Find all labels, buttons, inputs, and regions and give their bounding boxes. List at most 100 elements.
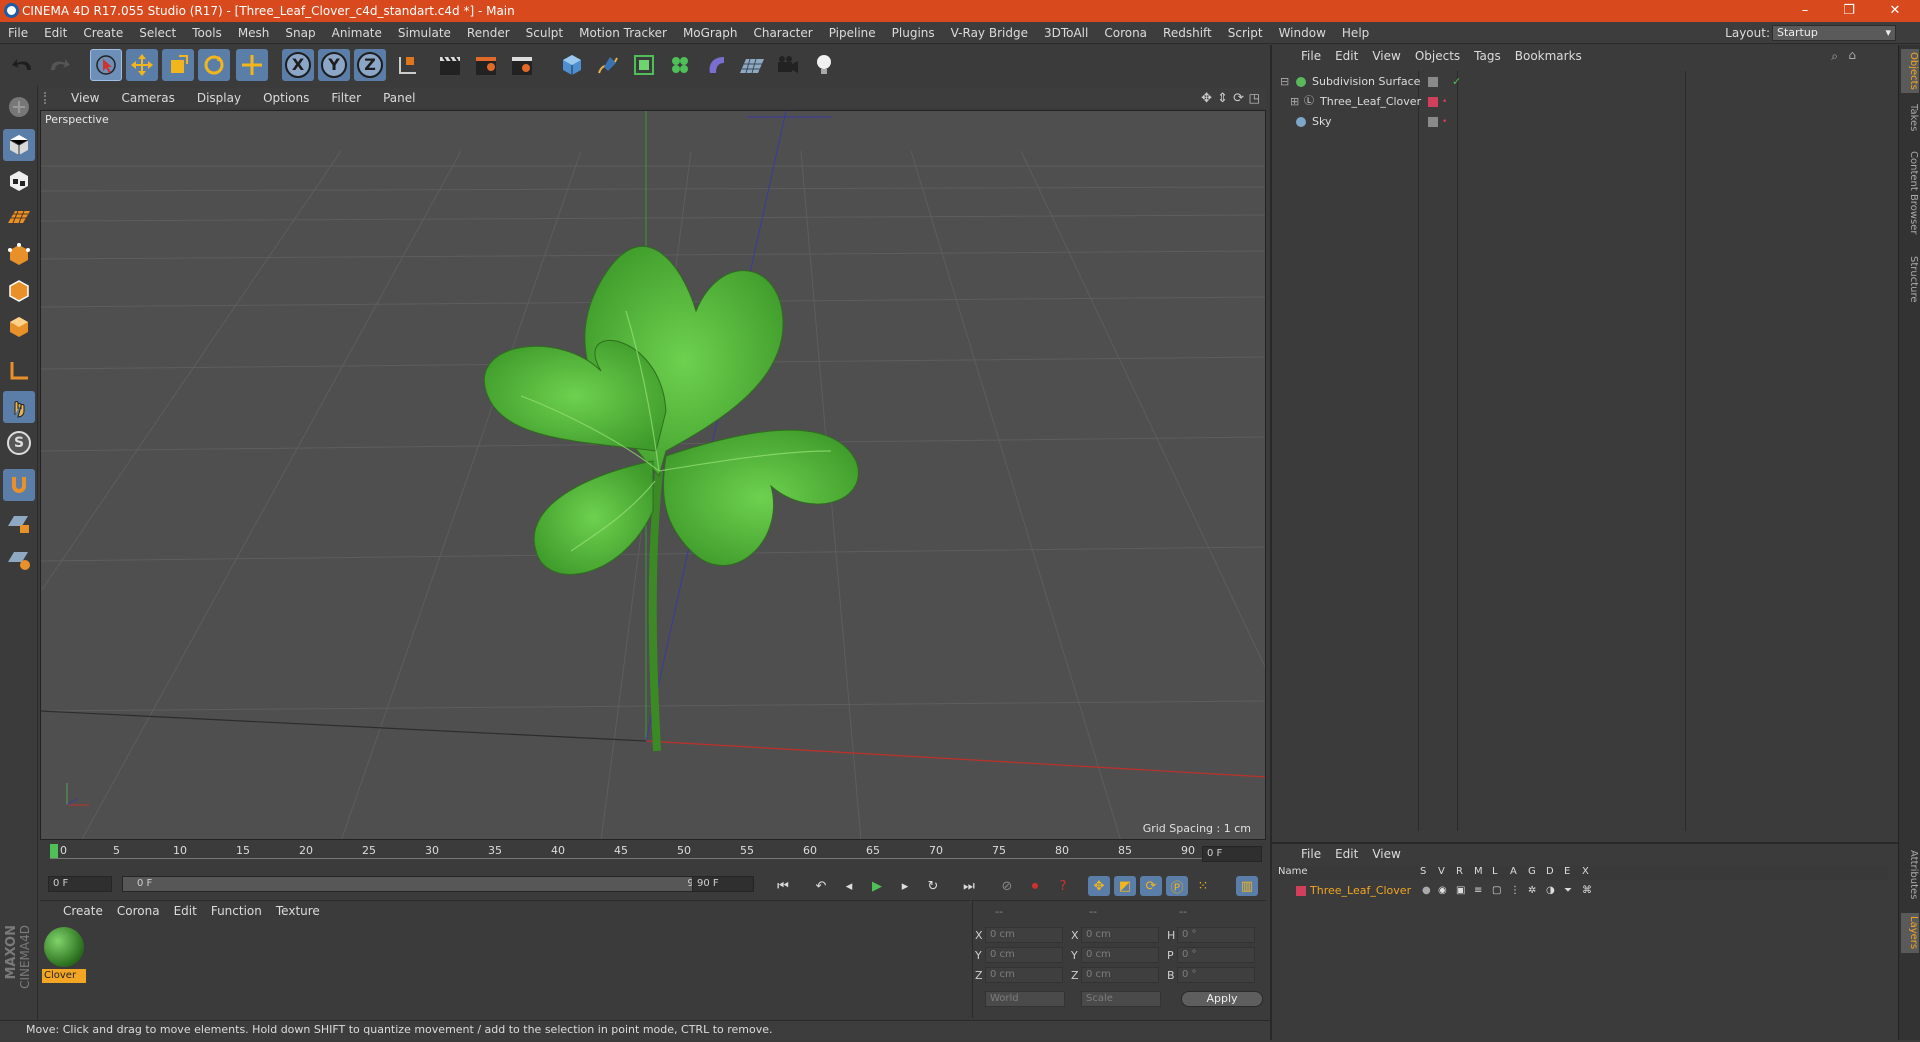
- menu-corona[interactable]: Corona: [1096, 26, 1155, 40]
- menu-animate[interactable]: Animate: [324, 26, 390, 40]
- material-swatch[interactable]: Clover: [42, 925, 86, 983]
- material-menu-function[interactable]: Function: [204, 904, 269, 918]
- edges-mode-button[interactable]: [3, 275, 35, 307]
- last-tool-button[interactable]: [236, 49, 268, 81]
- menu-motion-tracker[interactable]: Motion Tracker: [571, 26, 675, 40]
- add-generator-button[interactable]: [628, 49, 660, 81]
- tab-takes[interactable]: Takes: [1901, 101, 1919, 135]
- visibility-toggle-icon[interactable]: [1428, 117, 1438, 127]
- points-mode-button[interactable]: [3, 239, 35, 271]
- object-menu-view[interactable]: View: [1365, 49, 1407, 63]
- search-icon[interactable]: ⌕: [1831, 49, 1838, 64]
- material-menu-create[interactable]: Create: [56, 904, 110, 918]
- solo-toggle-icon[interactable]: ●: [1422, 882, 1431, 900]
- go-to-start-button[interactable]: ⏮: [772, 876, 794, 896]
- menu-3dtoall[interactable]: 3DToAll: [1036, 26, 1096, 40]
- preview-range-slider[interactable]: 0 F 90 F: [122, 876, 724, 892]
- menu-redshift[interactable]: Redshift: [1155, 26, 1220, 40]
- viewport-menu-cameras[interactable]: Cameras: [110, 91, 185, 105]
- layer-color-swatch[interactable]: [1428, 97, 1438, 107]
- material-menu-texture[interactable]: Texture: [269, 904, 327, 918]
- object-row-three-leaf-clover[interactable]: ⊞ Ⓛ Three_Leaf_Clover •: [1276, 93, 1688, 111]
- lock-icon[interactable]: ▢: [1492, 882, 1501, 900]
- animation-icon[interactable]: ⋮: [1510, 882, 1520, 900]
- menu-tools[interactable]: Tools: [184, 26, 230, 40]
- object-menu-bookmarks[interactable]: Bookmarks: [1508, 49, 1589, 63]
- viewport-pan-icon[interactable]: ✥: [1201, 91, 1212, 106]
- playhead-marker[interactable]: [50, 844, 58, 858]
- add-deformer-button[interactable]: [700, 49, 732, 81]
- home-icon[interactable]: ⌂: [1848, 48, 1856, 62]
- redo-button[interactable]: [42, 49, 74, 81]
- menu-window[interactable]: Window: [1271, 26, 1334, 40]
- viewport-menu-options[interactable]: Options: [252, 91, 320, 105]
- tab-layers[interactable]: Layers: [1901, 913, 1919, 953]
- layer-menu-edit[interactable]: Edit: [1328, 847, 1365, 861]
- viewport-rotate-icon[interactable]: ⟳: [1233, 91, 1244, 106]
- close-button[interactable]: ✕: [1872, 0, 1918, 22]
- keyframe-selection-button[interactable]: ?: [1052, 876, 1074, 896]
- minimize-button[interactable]: –: [1782, 0, 1828, 22]
- locked-workplane-button[interactable]: [3, 507, 35, 539]
- menu-create[interactable]: Create: [75, 26, 131, 40]
- layer-menu-view[interactable]: View: [1365, 847, 1407, 861]
- end-frame-field[interactable]: 90 F: [692, 876, 754, 892]
- undo-button[interactable]: [8, 49, 40, 81]
- scale-key-toggle[interactable]: ◩: [1114, 876, 1136, 896]
- coordinate-system-button[interactable]: [392, 49, 424, 81]
- next-frame-button[interactable]: ▸: [894, 876, 916, 896]
- menu-mesh[interactable]: Mesh: [230, 26, 278, 40]
- position-key-toggle[interactable]: ✥: [1088, 876, 1110, 896]
- pos-x-field[interactable]: 0 cm: [985, 927, 1063, 943]
- tab-structure[interactable]: Structure: [1901, 251, 1919, 307]
- menu-file[interactable]: File: [0, 26, 36, 40]
- viewport-maximize-icon[interactable]: ◳: [1249, 91, 1260, 105]
- expression-icon[interactable]: ⏷: [1564, 882, 1572, 900]
- menu-mograph[interactable]: MoGraph: [675, 26, 746, 40]
- expand-toggle-icon[interactable]: ⊞: [1290, 93, 1299, 111]
- add-spline-button[interactable]: [592, 49, 624, 81]
- menu-edit[interactable]: Edit: [36, 26, 75, 40]
- tab-objects[interactable]: Objects: [1901, 49, 1919, 93]
- timeline-ruler[interactable]: 0 5 10 15 20 25 30 35 40 45 50 55 60 65 …: [40, 842, 1266, 872]
- magnet-button[interactable]: [3, 469, 35, 501]
- size-mode-select[interactable]: Scale: [1081, 991, 1161, 1007]
- perspective-viewport[interactable]: Perspective Grid Spacing : 1 cm: [40, 110, 1266, 840]
- object-menu-tags[interactable]: Tags: [1467, 49, 1508, 63]
- object-row-sky[interactable]: Sky •: [1276, 113, 1688, 131]
- menu-simulate[interactable]: Simulate: [390, 26, 459, 40]
- point-level-key-toggle[interactable]: ⁙: [1192, 876, 1214, 896]
- menu-snap[interactable]: Snap: [277, 26, 323, 40]
- menu-help[interactable]: Help: [1334, 26, 1377, 40]
- next-key-button[interactable]: ↻: [922, 876, 944, 896]
- play-button[interactable]: ▶: [866, 876, 888, 896]
- rot-h-field[interactable]: 0 °: [1177, 927, 1255, 943]
- go-to-end-button[interactable]: ⏭: [958, 876, 980, 896]
- menu-pipeline[interactable]: Pipeline: [821, 26, 884, 40]
- menu-vray-bridge[interactable]: V-Ray Bridge: [943, 26, 1036, 40]
- make-editable-button[interactable]: [3, 91, 35, 123]
- render-settings-button[interactable]: [506, 49, 538, 81]
- autokey-button[interactable]: ⏺: [1024, 876, 1046, 896]
- enabled-check-icon[interactable]: ✓: [1452, 73, 1461, 91]
- size-y-field[interactable]: 0 cm: [1081, 947, 1159, 963]
- size-x-field[interactable]: 0 cm: [1081, 927, 1159, 943]
- y-axis-lock-button[interactable]: Y: [318, 49, 350, 81]
- render-dot-icon[interactable]: •: [1442, 93, 1447, 111]
- texture-mode-button[interactable]: [3, 165, 35, 197]
- scale-tool-button[interactable]: [162, 49, 194, 81]
- material-menu-edit[interactable]: Edit: [167, 904, 204, 918]
- object-row-subdivision-surface[interactable]: ⊟ Subdivision Surface ✓: [1276, 73, 1688, 91]
- menu-character[interactable]: Character: [745, 26, 820, 40]
- menu-sculpt[interactable]: Sculpt: [518, 26, 571, 40]
- object-menu-objects[interactable]: Objects: [1408, 49, 1467, 63]
- viewport-menu-display[interactable]: Display: [186, 91, 252, 105]
- coordinate-mode-select[interactable]: World: [985, 991, 1065, 1007]
- layer-color-swatch[interactable]: [1296, 886, 1306, 896]
- tab-content-browser[interactable]: Content Browser: [1901, 143, 1919, 243]
- timeline-window-button[interactable]: ▥: [1236, 876, 1258, 896]
- current-frame-field[interactable]: 0 F: [1202, 846, 1262, 862]
- pos-z-field[interactable]: 0 cm: [985, 967, 1063, 983]
- z-axis-lock-button[interactable]: Z: [354, 49, 386, 81]
- viewport-zoom-icon[interactable]: ⇕: [1217, 91, 1228, 106]
